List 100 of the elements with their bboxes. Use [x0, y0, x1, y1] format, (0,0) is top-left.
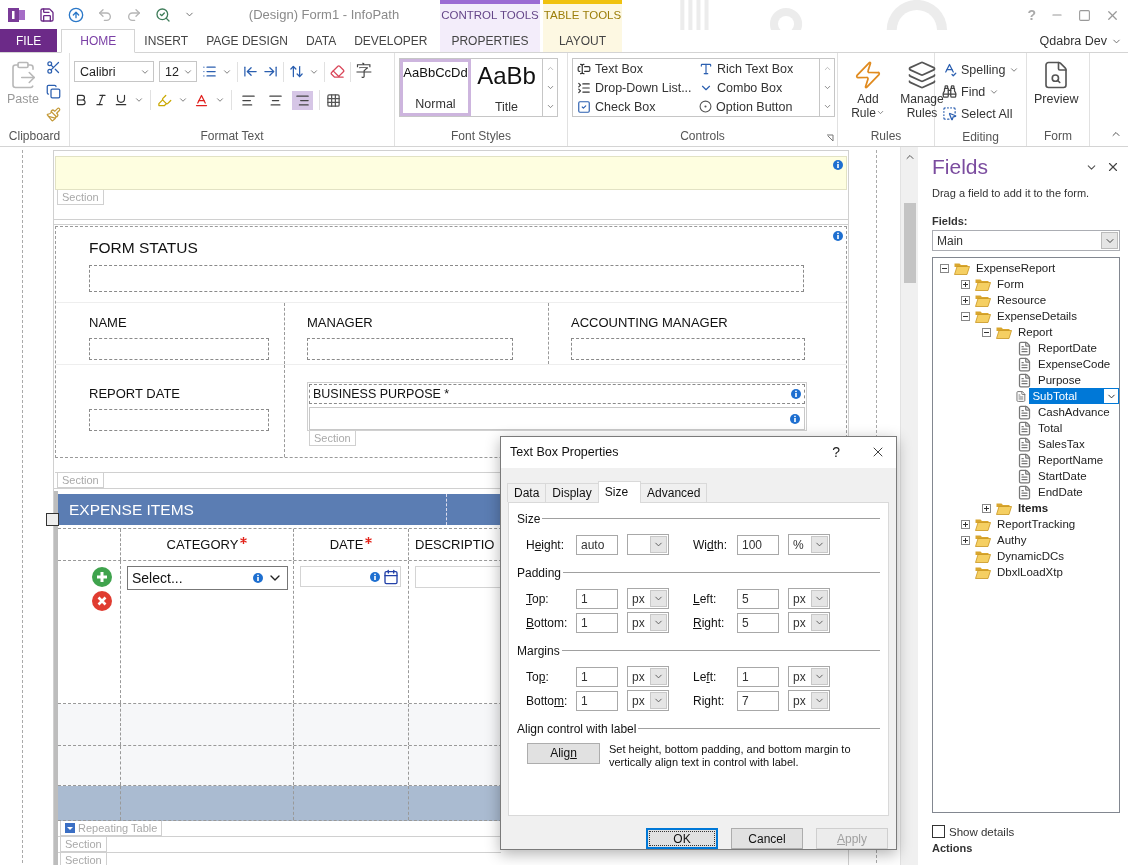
tree-item[interactable]: Total [1035, 420, 1066, 436]
bullets-icon[interactable] [202, 64, 217, 79]
dialog-tab[interactable]: Display [545, 482, 599, 502]
collapse-menu-icon[interactable] [65, 823, 75, 833]
text-field[interactable] [307, 338, 513, 360]
text-field[interactable] [571, 338, 805, 360]
ribbon-tab[interactable]: INSERT [135, 29, 198, 52]
line-spacing-icon[interactable] [289, 64, 304, 79]
ribbon-tab[interactable]: PROPERTIES [440, 29, 540, 52]
value-input[interactable]: 1 [737, 666, 779, 687]
dialog-tab[interactable]: Data [507, 482, 547, 502]
value-input[interactable]: 7 [737, 690, 779, 711]
show-details-checkbox[interactable]: Show details [932, 825, 1120, 838]
increase-indent-icon[interactable] [263, 64, 278, 79]
value-input[interactable]: 1 [576, 588, 618, 609]
text-field[interactable] [89, 338, 269, 360]
tree-item[interactable]: EndDate [1035, 484, 1086, 500]
dialog-tab[interactable]: Size [597, 480, 642, 503]
tree-item[interactable]: CashAdvance [1035, 404, 1113, 420]
more-icon[interactable] [822, 102, 832, 111]
value-input[interactable]: auto [576, 534, 618, 555]
control-option[interactable]: Rich Text Box [697, 60, 817, 77]
data-source-select[interactable]: Main [932, 230, 1120, 251]
tree-item[interactable]: SalesTax [1035, 436, 1088, 452]
control-option[interactable]: Drop-Down List... [575, 79, 697, 96]
dialog-launcher-icon[interactable] [826, 134, 834, 142]
info-icon[interactable] [833, 231, 843, 241]
tree-item[interactable]: Purpose [1035, 372, 1084, 388]
unit-select[interactable]: px [627, 612, 669, 634]
ribbon-tab[interactable]: PAGE DESIGN [197, 29, 297, 52]
align-button[interactable]: Align [527, 742, 600, 764]
scroll-down-icon[interactable] [545, 83, 555, 92]
unit-select[interactable]: px [788, 588, 830, 610]
unit-select[interactable]: % [788, 534, 830, 556]
info-icon[interactable] [253, 573, 263, 583]
tree-item[interactable]: Report [1015, 324, 1056, 340]
rule-button[interactable]: Add Rule [842, 58, 894, 126]
category-dropdown[interactable]: Select... [127, 566, 288, 590]
control-option[interactable]: Combo Box [697, 79, 817, 96]
unit-select[interactable]: px [627, 666, 669, 688]
dialog-button[interactable]: Cancel [731, 828, 803, 849]
table-icon[interactable] [326, 92, 341, 108]
tree-item[interactable]: ExpenseDetails [994, 308, 1080, 324]
ribbon-tab[interactable]: DATA [296, 29, 346, 52]
align-button[interactable] [292, 90, 313, 110]
delete-row-icon[interactable] [92, 591, 112, 611]
tree-item[interactable]: DynamicDCs [994, 548, 1068, 564]
value-input[interactable]: 100 [737, 534, 779, 555]
unit-select[interactable] [627, 534, 669, 556]
more-icon[interactable] [545, 102, 555, 111]
font-name-select[interactable]: Calibri [74, 61, 154, 82]
control-option[interactable]: Text Box [575, 60, 697, 77]
info-icon[interactable] [791, 389, 801, 399]
scroll-down-icon[interactable] [822, 83, 832, 92]
ribbon-tab[interactable]: FILE [0, 29, 58, 52]
value-input[interactable]: 1 [576, 612, 618, 633]
unit-select[interactable]: px [627, 588, 669, 610]
tree-item[interactable]: SubTotal [1029, 388, 1119, 404]
character-icon[interactable]: 字 [356, 61, 372, 82]
ribbon-tab[interactable]: HOME [61, 29, 136, 53]
save-icon[interactable] [39, 6, 55, 23]
copy-icon[interactable] [45, 83, 61, 99]
tree-item[interactable]: Items [1015, 500, 1052, 516]
tree-item[interactable]: ReportTracking [994, 516, 1079, 532]
cut-icon[interactable] [45, 60, 61, 75]
close-icon[interactable] [1106, 160, 1120, 174]
caret-icon[interactable] [134, 95, 144, 105]
text-field[interactable] [309, 407, 805, 430]
value-input[interactable]: 5 [737, 612, 779, 633]
value-input[interactable]: 5 [737, 588, 779, 609]
scrollbar-thumb[interactable] [903, 203, 916, 283]
font-size-select[interactable]: 12 [159, 61, 197, 82]
tree-item[interactable]: Form [994, 276, 1027, 292]
status-field[interactable] [89, 265, 804, 292]
value-input[interactable]: 1 [576, 690, 618, 711]
tree-item[interactable]: DbxlLoadXtp [994, 564, 1066, 580]
tree-item[interactable]: Authy [994, 532, 1030, 548]
tree-item[interactable]: ReportName [1035, 452, 1107, 468]
caret-icon[interactable] [215, 95, 225, 105]
tree-item[interactable]: ExpenseCode [1035, 356, 1114, 372]
dialog-button[interactable]: OK [646, 828, 718, 849]
ribbon-tab[interactable]: DEVELOPER [345, 29, 437, 52]
caret-icon[interactable] [178, 95, 188, 105]
unit-select[interactable]: px [627, 690, 669, 712]
date-field[interactable] [89, 409, 269, 431]
eraser-icon[interactable] [330, 64, 345, 79]
search-check-icon[interactable] [155, 6, 171, 23]
control-option[interactable]: Option Button [697, 98, 817, 115]
highlighter-icon[interactable] [157, 92, 172, 108]
tree-item[interactable]: Resource [994, 292, 1050, 308]
user-name[interactable]: Qdabra Dev [1039, 34, 1107, 48]
dialog-tab[interactable]: Advanced [640, 482, 708, 502]
unit-select[interactable]: px [788, 612, 830, 634]
style-option[interactable]: AaBbCcDd Normal [400, 59, 471, 116]
add-row-icon[interactable] [92, 567, 112, 587]
date-picker-field[interactable] [300, 566, 401, 587]
tree-item[interactable]: StartDate [1035, 468, 1090, 484]
control-option[interactable]: Check Box [575, 98, 697, 115]
decrease-indent-icon[interactable] [243, 64, 258, 79]
info-icon[interactable] [833, 160, 843, 170]
